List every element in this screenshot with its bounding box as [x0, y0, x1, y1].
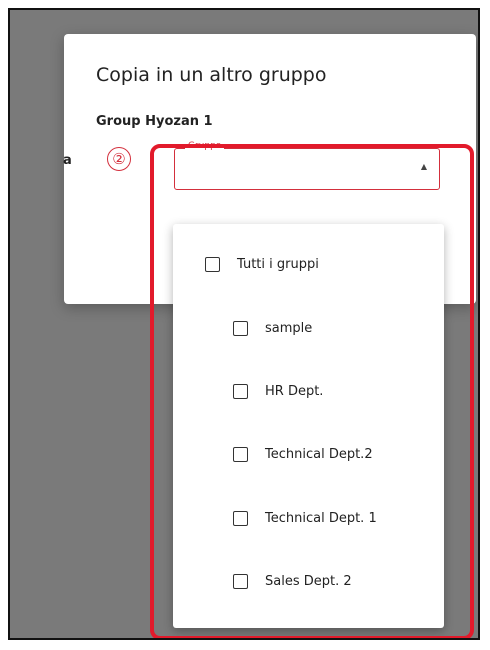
dropdown-item-all-groups[interactable]: Tutti i gruppi	[205, 252, 319, 276]
checkbox-icon[interactable]	[205, 256, 220, 272]
dropdown-item-label: HR Dept.	[265, 383, 324, 399]
dropdown-item-hr-dept[interactable]: HR Dept.	[233, 379, 323, 403]
dropdown-item-technical-dept-1[interactable]: Technical Dept. 1	[233, 506, 377, 530]
dropdown-item-technical-dept-2[interactable]: Technical Dept.2	[233, 442, 373, 466]
group-select[interactable]: Gruppo ▲	[174, 141, 440, 190]
group-select-label: Gruppo	[185, 141, 225, 151]
dropdown-item-label: Sales Dept. 2	[265, 573, 352, 589]
annotation-callout-number: ②	[107, 147, 131, 171]
dropdown-item-sales-dept-2[interactable]: Sales Dept. 2	[233, 569, 352, 593]
checkbox-icon[interactable]	[233, 573, 248, 589]
dropdown-item-label: sample	[265, 320, 313, 336]
checkbox-icon[interactable]	[233, 320, 248, 336]
checkbox-icon[interactable]	[233, 510, 248, 526]
source-group-name: Group Hyozan 1	[96, 114, 213, 129]
triangle-up-icon[interactable]: ▲	[421, 162, 427, 171]
checkbox-icon[interactable]	[233, 446, 248, 462]
dropdown-item-sample[interactable]: sample	[233, 316, 312, 340]
to-label: a	[63, 153, 72, 168]
dropdown-item-label: Tutti i gruppi	[237, 256, 319, 272]
group-dropdown-list: Tutti i gruppi sample HR Dept. Technical…	[173, 224, 444, 628]
dropdown-item-label: Technical Dept. 1	[265, 510, 377, 526]
dropdown-item-label: Technical Dept.2	[265, 446, 373, 462]
dialog-title: Copia in un altro gruppo	[96, 64, 327, 86]
screenshot-frame: Copia in un altro gruppo Group Hyozan 1 …	[8, 8, 480, 640]
checkbox-icon[interactable]	[233, 383, 248, 399]
